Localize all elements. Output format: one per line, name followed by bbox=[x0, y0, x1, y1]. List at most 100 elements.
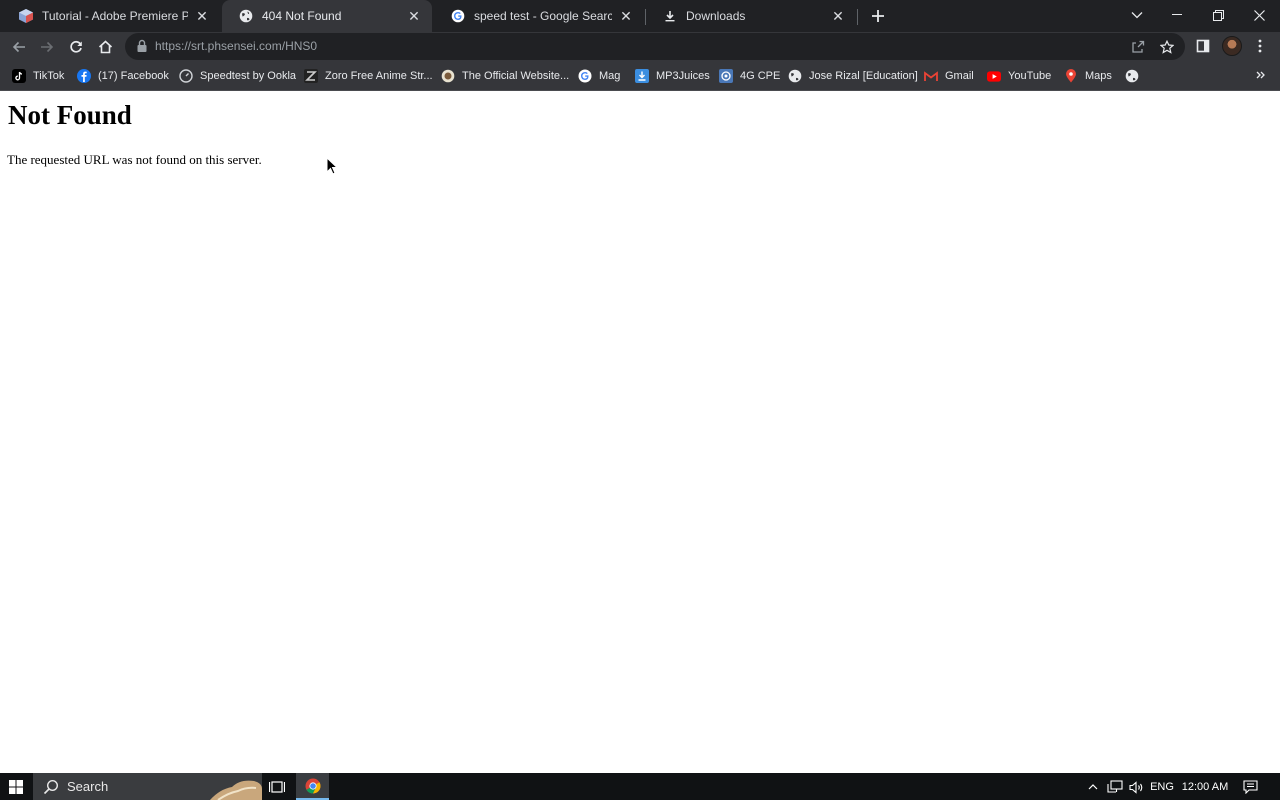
bookmark-label: TikTok bbox=[33, 70, 65, 82]
chevron-down-icon bbox=[1131, 12, 1143, 19]
side-panel-button[interactable] bbox=[1194, 37, 1212, 55]
language-indicator[interactable]: ENG bbox=[1148, 778, 1176, 796]
tab-search-button[interactable] bbox=[1116, 0, 1158, 30]
gmail-icon bbox=[924, 69, 938, 83]
bookmark-gmail[interactable]: Gmail bbox=[924, 66, 974, 86]
seal-icon bbox=[441, 69, 455, 83]
bookmark-label: Maps bbox=[1085, 70, 1112, 82]
bookmark-jose-rizal[interactable]: Jose Rizal [Education] bbox=[788, 66, 918, 86]
share-icon bbox=[1132, 40, 1145, 53]
close-tab-icon[interactable]: ✕ bbox=[618, 8, 634, 24]
home-icon bbox=[98, 40, 112, 54]
bookmark-speedtest[interactable]: Speedtest by Ookla bbox=[179, 66, 296, 86]
mouse-cursor-icon bbox=[326, 157, 338, 175]
bookmark-mag[interactable]: Mag bbox=[578, 66, 620, 86]
bookmarks-overflow-button[interactable] bbox=[1252, 65, 1268, 85]
tab-title: 404 Not Found bbox=[262, 9, 342, 23]
bookmark-label: Zoro Free Anime Str... bbox=[325, 70, 433, 82]
bookmark-mp3juices[interactable]: MP3Juices bbox=[635, 66, 710, 86]
bookmark-maps[interactable]: Maps bbox=[1064, 66, 1112, 86]
new-tab-button[interactable] bbox=[866, 4, 890, 28]
close-tab-icon[interactable]: ✕ bbox=[194, 8, 210, 24]
star-icon bbox=[1160, 40, 1174, 54]
close-tab-icon[interactable]: ✕ bbox=[406, 8, 422, 24]
taskbar-search-box[interactable]: Search bbox=[33, 773, 262, 800]
taskbar-chrome-button[interactable] bbox=[296, 773, 329, 800]
url-text: https://srt.phsensei.com/HNS0 bbox=[155, 39, 317, 53]
error-message: The requested URL was not found on this … bbox=[7, 152, 262, 167]
youtube-icon bbox=[987, 69, 1001, 83]
bookmark-zoro[interactable]: Zoro Free Anime Str... bbox=[304, 66, 433, 86]
network-button[interactable] bbox=[1106, 778, 1124, 796]
back-button[interactable] bbox=[6, 34, 32, 60]
premiere-cube-icon bbox=[18, 8, 34, 24]
search-icon bbox=[43, 779, 59, 794]
tab-downloads[interactable]: Downloads ✕ bbox=[646, 0, 856, 32]
forward-button[interactable] bbox=[34, 34, 60, 60]
chrome-icon bbox=[305, 778, 320, 793]
notification-icon bbox=[1242, 780, 1258, 794]
bookmark-official-website[interactable]: The Official Website... bbox=[441, 66, 569, 86]
profile-avatar[interactable] bbox=[1222, 36, 1242, 56]
restore-button[interactable] bbox=[1197, 0, 1239, 30]
tab-title: speed test - Google Search bbox=[474, 9, 612, 23]
minimize-icon bbox=[1172, 14, 1182, 15]
arrow-right-icon bbox=[41, 41, 54, 53]
bookmark-label: Jose Rizal [Education] bbox=[809, 70, 918, 82]
home-button[interactable] bbox=[92, 34, 118, 60]
bookmark-facebook[interactable]: (17) Facebook bbox=[77, 66, 169, 86]
restore-icon bbox=[1212, 9, 1224, 21]
bookmark-label: YouTube bbox=[1008, 70, 1052, 82]
start-button[interactable] bbox=[0, 773, 32, 800]
bookmark-label: 4G CPE bbox=[740, 70, 781, 82]
bookmark-label: Speedtest by Ookla bbox=[200, 70, 297, 82]
tab-speed-test-search[interactable]: speed test - Google Search ✕ bbox=[434, 0, 644, 32]
plus-icon bbox=[872, 10, 884, 22]
google-g-icon bbox=[450, 8, 466, 24]
windows-logo-icon bbox=[9, 779, 23, 794]
tab-404-not-found[interactable]: 404 Not Found ✕ bbox=[222, 0, 432, 32]
reload-button[interactable] bbox=[63, 34, 89, 60]
url-path: /HNS0 bbox=[281, 39, 318, 53]
tab-strip: Tutorial - Adobe Premiere Pro CC ✕ 404 N… bbox=[0, 0, 1280, 32]
browser-menu-button[interactable] bbox=[1251, 37, 1269, 55]
bookmark-4g-cpe[interactable]: 4G CPE bbox=[719, 66, 780, 86]
more-vert-icon bbox=[1258, 39, 1262, 53]
chevron-double-right-icon bbox=[1256, 71, 1265, 79]
chevron-up-icon bbox=[1088, 784, 1098, 790]
action-center-button[interactable] bbox=[1240, 778, 1260, 796]
minimize-button[interactable] bbox=[1156, 0, 1198, 30]
close-icon bbox=[1253, 9, 1265, 21]
bookmark-youtube[interactable]: YouTube bbox=[987, 66, 1051, 86]
volume-button[interactable] bbox=[1128, 778, 1144, 796]
router-icon bbox=[719, 69, 733, 83]
search-label: Search bbox=[67, 779, 109, 794]
task-view-icon bbox=[269, 781, 285, 793]
address-bar[interactable]: https://srt.phsensei.com/HNS0 bbox=[125, 33, 1185, 60]
bookmark-star-button[interactable] bbox=[1159, 39, 1175, 55]
tab-title: Downloads bbox=[686, 9, 746, 23]
google-g-icon bbox=[578, 69, 592, 83]
share-button[interactable] bbox=[1130, 39, 1146, 55]
close-window-button[interactable] bbox=[1238, 0, 1280, 30]
network-icon bbox=[1107, 780, 1123, 793]
browser-toolbar: https://srt.phsensei.com/HNS0 bbox=[0, 32, 1280, 61]
tiktok-icon bbox=[12, 69, 26, 83]
task-view-button[interactable] bbox=[266, 777, 288, 797]
arrow-left-icon bbox=[12, 41, 25, 53]
bookmark-unnamed[interactable] bbox=[1125, 66, 1146, 86]
globe-icon bbox=[238, 8, 254, 24]
speedtest-icon bbox=[179, 69, 193, 83]
bookmark-label: MP3Juices bbox=[656, 70, 710, 82]
lock-icon[interactable] bbox=[136, 39, 148, 53]
show-hidden-icons-button[interactable] bbox=[1086, 778, 1100, 796]
side-panel-icon bbox=[1196, 39, 1210, 53]
maps-icon bbox=[1064, 69, 1078, 83]
taskbar-clock[interactable]: 12:00 AM bbox=[1180, 778, 1230, 796]
search-highlight-image bbox=[210, 780, 262, 800]
bookmark-tiktok[interactable]: TikTok bbox=[12, 66, 64, 86]
bookmarks-bar: TikTok (17) Facebook Speedtest by Ookla … bbox=[0, 61, 1280, 91]
windows-taskbar: Search ENG 12:00 AM bbox=[0, 773, 1280, 800]
tab-premiere-tutorial[interactable]: Tutorial - Adobe Premiere Pro CC ✕ bbox=[2, 0, 220, 32]
close-tab-icon[interactable]: ✕ bbox=[830, 8, 846, 24]
